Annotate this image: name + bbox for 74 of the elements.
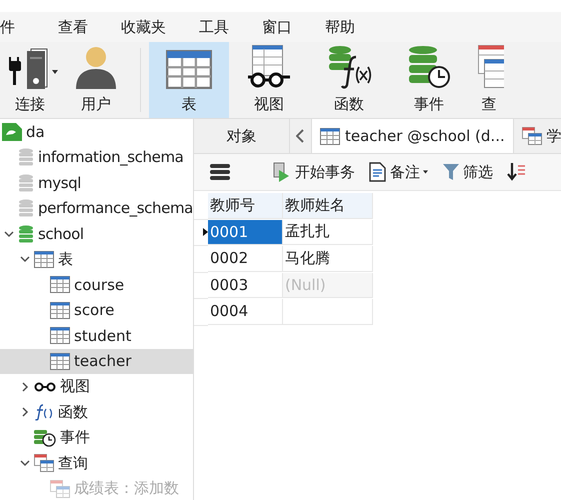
expand-chevron-icon[interactable] [20,407,30,418]
table-cell[interactable]: 0003 [208,272,283,298]
table-cell[interactable]: 马化腾 [282,246,373,272]
tree-item-label[interactable]: school [38,224,84,243]
tree-item-label[interactable]: information_schema [38,148,184,166]
column-header[interactable]: 教师姓名 [282,193,373,218]
tree-item-label[interactable]: mysql [38,174,81,192]
tab[interactable]: teacher @school (d... [312,119,514,153]
database-icon [18,148,34,166]
database-icon [18,199,34,218]
dropdown-caret-icon[interactable] [52,70,58,74]
table-icon [34,250,54,268]
tree-item-label[interactable]: da [26,122,45,141]
table-icon [50,327,70,344]
tree-item-label[interactable]: 表 [58,250,73,269]
collapse-chevron-icon[interactable] [20,254,30,264]
database-icon [18,224,34,243]
menu-item[interactable]: 窗口 [262,18,305,36]
column-header[interactable]: 教师号 [208,193,283,218]
menu-icon [210,163,230,181]
table-cell[interactable]: 0004 [208,299,283,324]
tree-item-label[interactable]: 查询 [58,454,88,473]
table-cell[interactable] [282,299,373,324]
toolbar-button[interactable]: 查 [469,42,509,118]
menu-item[interactable]: 查看 [58,18,101,36]
toolbar-button[interactable]: 开始事务 [268,162,359,182]
chevron-left-icon [296,129,304,143]
toolbar-button[interactable]: 事件 [389,42,469,118]
toolbar-button[interactable]: 连接 [0,42,60,118]
table-cell[interactable]: 孟扎扎 [282,220,373,245]
function-icon [34,403,54,422]
table-cell[interactable]: 0001 [208,220,283,245]
toolbar-button[interactable]: 用户 [60,42,132,118]
sort-icon [506,162,525,182]
tree-item-label[interactable]: 视图 [60,377,90,396]
collapse-chevron-icon[interactable] [4,228,14,239]
toolbar-button[interactable]: 备注 [364,162,432,182]
user-silhouette-icon [74,45,118,89]
collapse-chevron-icon[interactable] [20,458,30,468]
database-clock-icon [406,45,452,89]
query-table-icon [34,454,54,472]
note-icon [368,162,387,182]
expand-chevron-icon[interactable] [20,382,30,392]
toolbar-button[interactable]: 筛选 [438,162,497,182]
tree-item-label[interactable]: course [74,276,124,294]
table-icon [50,302,70,319]
menu-item[interactable]: 帮助 [325,18,368,36]
tree-item-label[interactable]: score [74,301,114,320]
tree-item-label[interactable]: student [74,326,132,345]
selected-tree-row[interactable]: teacher [0,348,193,374]
query-table-icon [50,480,70,498]
table-icon [166,50,212,89]
query-table-icon [522,127,542,145]
tree-item-label[interactable]: teacher [74,352,132,370]
database-function-icon [326,45,372,89]
tree-item-label[interactable]: performance_schema [38,199,193,218]
tree-item-label[interactable]: 函数 [58,402,88,422]
menu-item[interactable]: 工具 [199,18,242,36]
table-glasses-icon [246,45,292,89]
database-icon [18,174,34,192]
toolbar-button[interactable]: 函数 [309,42,389,118]
menu-item[interactable]: 件 [0,18,28,36]
glasses-icon [34,382,56,392]
table-icon [320,128,340,144]
table-cell[interactable]: 0002 [208,246,283,272]
filter-icon [442,163,460,181]
toolbar-button[interactable]: 视图 [229,42,309,118]
toolbar-button[interactable]: 表 [149,42,229,118]
tree-item-label[interactable]: 事件 [60,428,90,448]
menu-item[interactable]: 收藏夹 [121,18,179,36]
table-icon [50,352,70,370]
database-clock-icon [34,428,56,447]
dropdown-caret-icon [422,170,428,174]
table-icon [50,276,70,294]
